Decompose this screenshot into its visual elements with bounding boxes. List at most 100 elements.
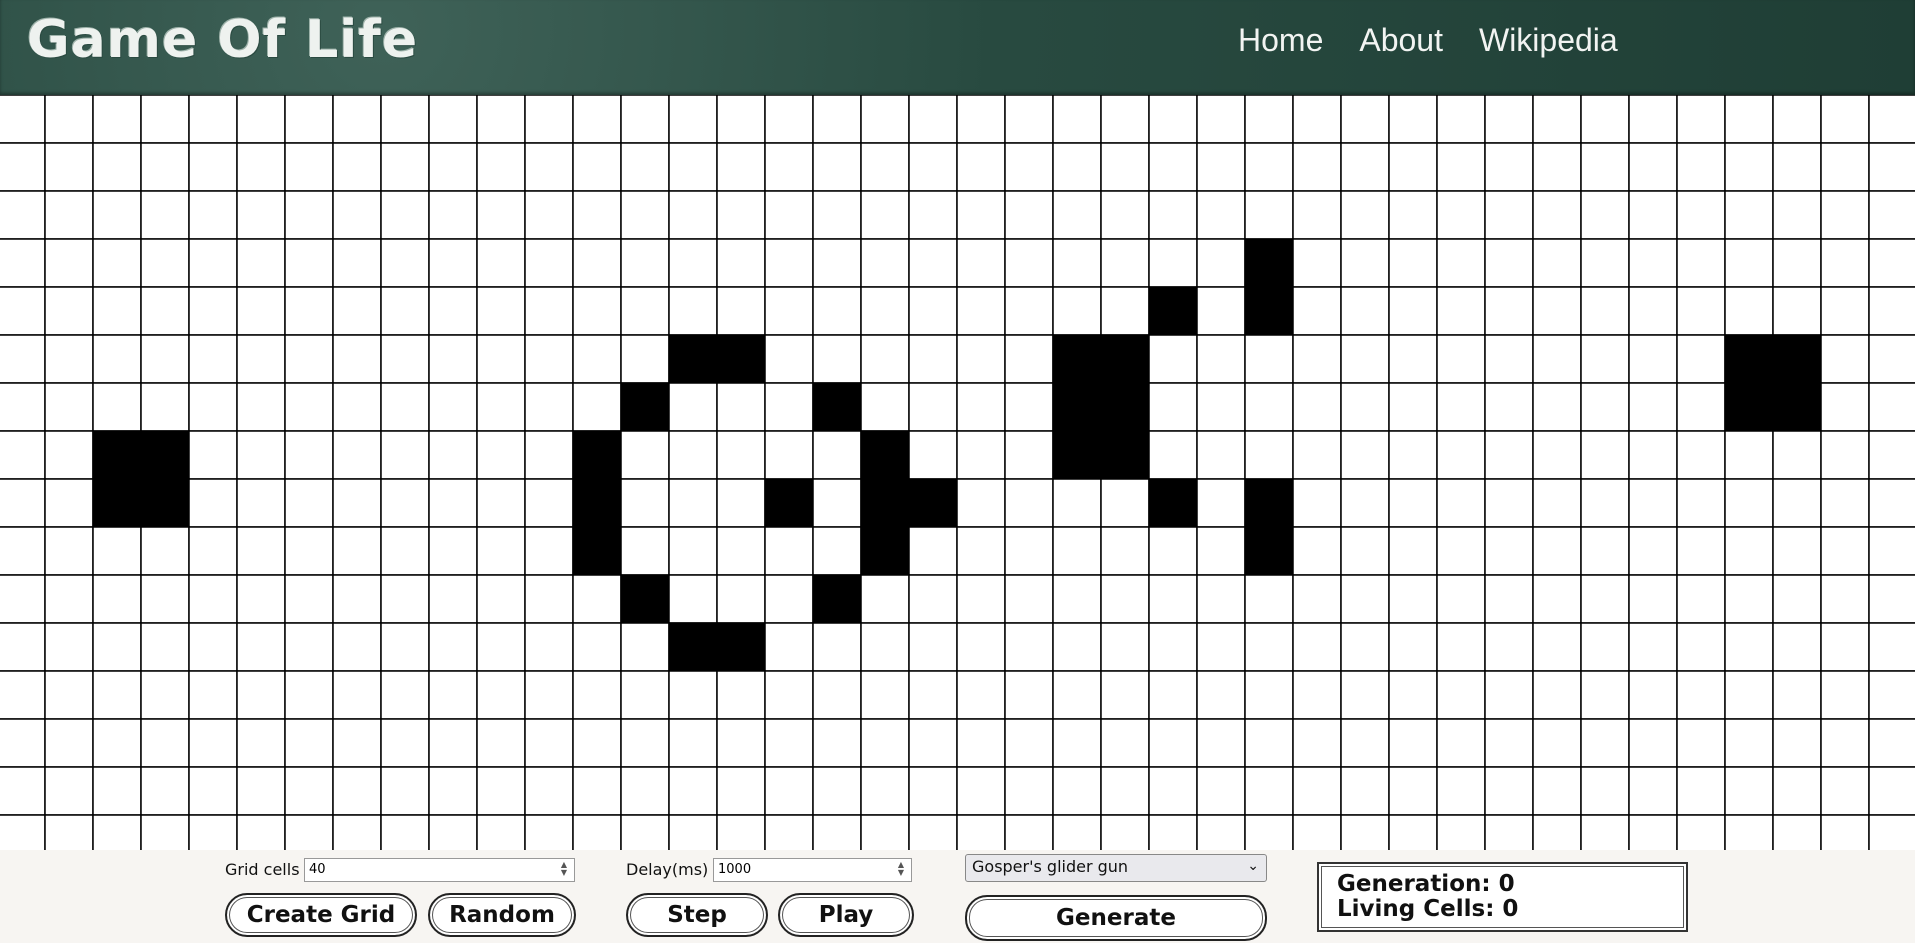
grid-cell[interactable] xyxy=(0,286,46,336)
delay-input[interactable]: 1000 ▲ ▼ xyxy=(713,858,912,882)
grid-cell[interactable] xyxy=(1148,622,1198,672)
delay-spinner-icon[interactable]: ▲ ▼ xyxy=(894,861,908,879)
grid-cell[interactable] xyxy=(620,814,670,850)
grid-cell[interactable] xyxy=(1820,286,1870,336)
grid-cell[interactable] xyxy=(1244,574,1294,624)
grid-cell[interactable] xyxy=(668,526,718,576)
grid-cell[interactable] xyxy=(1676,526,1726,576)
grid-cell[interactable] xyxy=(380,95,430,144)
grid-cell[interactable] xyxy=(956,286,1006,336)
grid-cell[interactable] xyxy=(284,142,334,192)
grid-cell[interactable] xyxy=(1196,286,1246,336)
grid-cell[interactable] xyxy=(332,526,382,576)
grid-cell[interactable] xyxy=(332,190,382,240)
grid-cell[interactable] xyxy=(1292,526,1342,576)
grid-cell[interactable] xyxy=(764,430,814,480)
grid-cell[interactable] xyxy=(1436,670,1486,720)
alive-cell[interactable] xyxy=(764,478,814,528)
grid-cell[interactable] xyxy=(1628,286,1678,336)
grid-cell[interactable] xyxy=(188,238,238,288)
grid-cell[interactable] xyxy=(284,190,334,240)
grid-cell[interactable] xyxy=(476,526,526,576)
grid-cell[interactable] xyxy=(1436,622,1486,672)
grid-cell[interactable] xyxy=(1388,430,1438,480)
grid-cell[interactable] xyxy=(188,622,238,672)
grid-cell[interactable] xyxy=(572,238,622,288)
grid-cell[interactable] xyxy=(1580,622,1630,672)
grid-cell[interactable] xyxy=(380,718,430,768)
grid-cell[interactable] xyxy=(44,574,94,624)
grid-cell[interactable] xyxy=(1532,478,1582,528)
grid-cell[interactable] xyxy=(620,430,670,480)
grid-cell[interactable] xyxy=(1436,382,1486,432)
grid-cell[interactable] xyxy=(1676,766,1726,816)
grid-cell[interactable] xyxy=(1532,622,1582,672)
grid-cell[interactable] xyxy=(1148,814,1198,850)
grid-cell[interactable] xyxy=(1100,478,1150,528)
grid-cell[interactable] xyxy=(1292,814,1342,850)
grid-cell[interactable] xyxy=(716,430,766,480)
grid-cell[interactable] xyxy=(284,478,334,528)
grid-cell[interactable] xyxy=(1340,478,1390,528)
grid-cell[interactable] xyxy=(860,766,910,816)
grid-cell[interactable] xyxy=(188,766,238,816)
grid-cell[interactable] xyxy=(716,574,766,624)
grid-cell[interactable] xyxy=(1004,718,1054,768)
grid-cell[interactable] xyxy=(428,430,478,480)
grid-cell[interactable] xyxy=(1868,718,1915,768)
grid-cell[interactable] xyxy=(1436,478,1486,528)
grid-cell[interactable] xyxy=(188,95,238,144)
grid-cell[interactable] xyxy=(476,574,526,624)
grid-cell[interactable] xyxy=(476,190,526,240)
grid-cell[interactable] xyxy=(1820,238,1870,288)
grid-cell[interactable] xyxy=(1724,766,1774,816)
grid-cell[interactable] xyxy=(380,814,430,850)
grid-cell[interactable] xyxy=(956,190,1006,240)
grid-cell[interactable] xyxy=(380,526,430,576)
grid-cell[interactable] xyxy=(1340,766,1390,816)
grid-cell[interactable] xyxy=(908,334,958,384)
grid-cell[interactable] xyxy=(284,622,334,672)
nav-home-link[interactable]: Home xyxy=(1238,22,1323,59)
grid-cell[interactable] xyxy=(908,382,958,432)
grid-cell[interactable] xyxy=(1340,814,1390,850)
grid-cell[interactable] xyxy=(1100,670,1150,720)
grid-cell[interactable] xyxy=(1772,622,1822,672)
grid-cell[interactable] xyxy=(188,190,238,240)
grid-cell[interactable] xyxy=(1340,238,1390,288)
grid-cell[interactable] xyxy=(1772,478,1822,528)
grid-cell[interactable] xyxy=(428,622,478,672)
grid-cell[interactable] xyxy=(908,430,958,480)
grid-cell[interactable] xyxy=(380,238,430,288)
grid-cell[interactable] xyxy=(1388,526,1438,576)
grid-cell[interactable] xyxy=(1820,622,1870,672)
grid-cell[interactable] xyxy=(1388,142,1438,192)
grid-cell[interactable] xyxy=(620,478,670,528)
grid-cell[interactable] xyxy=(1628,814,1678,850)
grid-cell[interactable] xyxy=(0,334,46,384)
alive-cell[interactable] xyxy=(1244,478,1294,528)
grid-cell[interactable] xyxy=(668,814,718,850)
grid-cell[interactable] xyxy=(524,670,574,720)
grid-cell[interactable] xyxy=(284,670,334,720)
grid-cell[interactable] xyxy=(1724,670,1774,720)
grid-cell[interactable] xyxy=(956,622,1006,672)
grid-cell[interactable] xyxy=(1676,430,1726,480)
grid-cell[interactable] xyxy=(812,142,862,192)
grid-cell[interactable] xyxy=(1244,670,1294,720)
grid-cell[interactable] xyxy=(620,766,670,816)
grid-cell[interactable] xyxy=(140,718,190,768)
grid-cell[interactable] xyxy=(1532,766,1582,816)
grid-cell[interactable] xyxy=(668,718,718,768)
grid-cell[interactable] xyxy=(332,478,382,528)
grid-cell[interactable] xyxy=(716,478,766,528)
grid-cell[interactable] xyxy=(668,478,718,528)
grid-cell[interactable] xyxy=(236,718,286,768)
grid-cell[interactable] xyxy=(668,142,718,192)
grid-cell[interactable] xyxy=(812,95,862,144)
grid-cell[interactable] xyxy=(1148,190,1198,240)
alive-cell[interactable] xyxy=(620,574,670,624)
grid-cell[interactable] xyxy=(476,670,526,720)
grid-cell[interactable] xyxy=(812,814,862,850)
grid-cell[interactable] xyxy=(1628,142,1678,192)
